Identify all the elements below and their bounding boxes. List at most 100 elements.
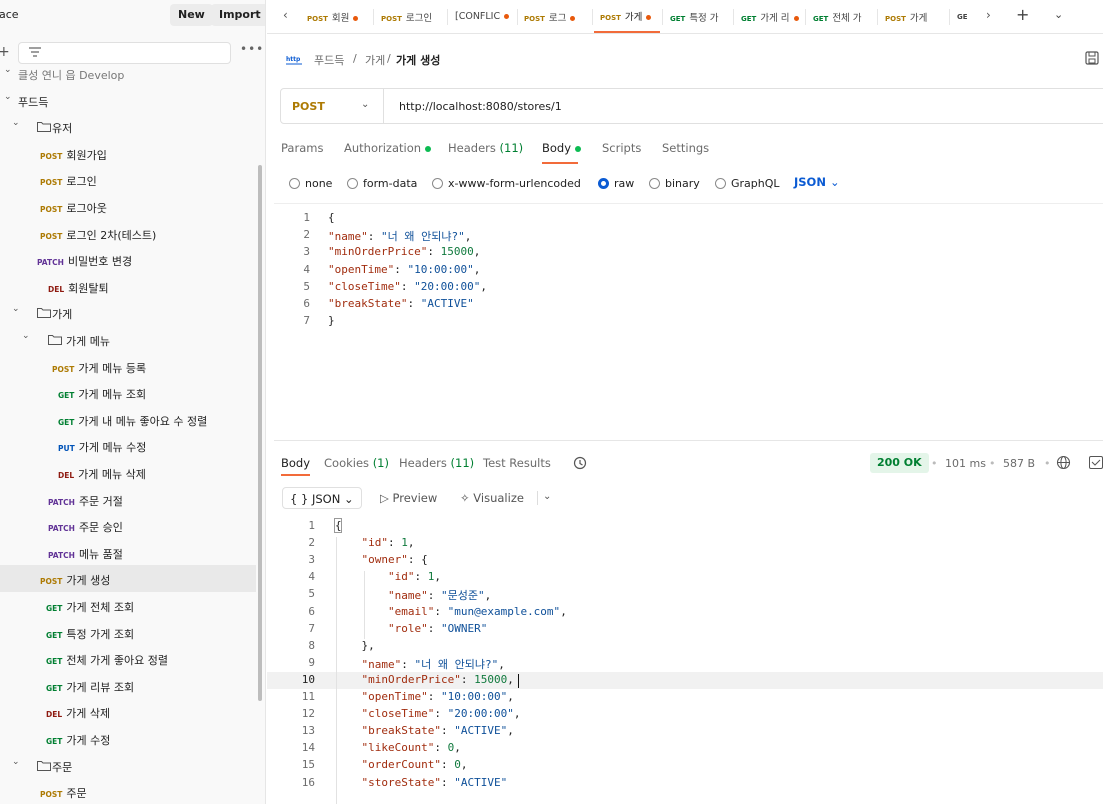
url-input[interactable]: http://localhost:8080/stores/1 (399, 100, 562, 113)
folder-item[interactable]: ⌄ 유저 (0, 113, 256, 140)
radio-icon (598, 177, 609, 189)
chevron-down-icon[interactable]: ⌄ (543, 491, 551, 502)
request-tab[interactable]: POST 로그 (518, 0, 590, 33)
response-size[interactable]: 587 B (1003, 457, 1035, 470)
folder-item[interactable]: ⌄ 가게 (0, 299, 256, 326)
line-number: 6 (303, 297, 310, 310)
request-item[interactable]: DEL 회원탈퇴 (0, 273, 256, 300)
matching-brace-box (334, 518, 342, 533)
folder-item[interactable]: ⌄ 주문 (0, 752, 256, 779)
request-tab[interactable]: POST 가게 (594, 0, 660, 33)
history-icon[interactable] (573, 456, 587, 470)
tab-scroll-right-icon[interactable]: › (986, 8, 991, 22)
request-item[interactable]: PUT 가게 메뉴 수정 (0, 432, 256, 459)
request-tab[interactable]: POST 가게 (879, 0, 947, 33)
tab-method: GE (957, 13, 968, 21)
chevron-down-icon[interactable]: ⌄ (12, 118, 20, 128)
request-item[interactable]: GET 가게 내 메뉴 좋아요 수 정렬 (0, 406, 256, 433)
request-item[interactable]: POST 가게 메뉴 등록 (0, 353, 256, 380)
body-type-raw[interactable]: raw (598, 175, 634, 191)
chevron-down-icon[interactable]: ⌄ (4, 65, 12, 75)
collection-item[interactable]: ⌄ 푸드득 (0, 87, 256, 114)
preview-button[interactable]: ▷ Preview (380, 491, 437, 505)
request-item[interactable]: POST 로그아웃 (0, 193, 256, 220)
breadcrumb-collection[interactable]: 푸드득 (314, 52, 344, 68)
more-options-icon[interactable]: ••• (240, 42, 264, 56)
breadcrumb-request-name[interactable]: 가게 생성 (396, 52, 440, 68)
response-time[interactable]: 101 ms (945, 457, 986, 470)
request-item[interactable]: POST 주문 (0, 778, 256, 804)
radio-icon (715, 177, 726, 189)
response-tab-body[interactable]: Body (281, 456, 310, 470)
import-button[interactable]: Import (211, 4, 265, 26)
tab-scroll-left-icon[interactable]: ‹ (283, 8, 288, 22)
request-tab[interactable]: [CONFLIC (449, 0, 515, 33)
code-line: "breakState": "ACTIVE" (328, 297, 474, 310)
body-type-graphql[interactable]: GraphQL (715, 175, 780, 191)
chevron-down-icon[interactable]: ⌄ (22, 331, 30, 341)
breadcrumb-folder[interactable]: 가게 (365, 52, 385, 68)
response-tab-headers[interactable]: Headers (11) (399, 456, 474, 470)
tab-params[interactable]: Params (281, 141, 323, 155)
request-tab[interactable]: POST 회원 (301, 0, 371, 33)
status-badge[interactable]: 200 OK (870, 453, 929, 473)
folder-item[interactable]: ⌄ 가게 메뉴 (0, 326, 256, 353)
chevron-down-icon[interactable]: ⌄ (12, 304, 20, 314)
request-tab[interactable]: GET 특정 가 (664, 0, 731, 33)
body-type-x-www-form-urlencoded[interactable]: x-www-form-urlencoded (432, 175, 581, 191)
save-response-icon[interactable] (1089, 456, 1103, 469)
body-type-none[interactable]: none (289, 175, 332, 191)
tab-list-chevron-icon[interactable]: ⌄ (1054, 8, 1063, 21)
collection-item[interactable]: ⌄ 클성 연니 읍 Develop (0, 60, 256, 87)
request-tab[interactable]: GET 가게 리 (735, 0, 803, 33)
new-tab-icon[interactable]: + (1016, 5, 1029, 24)
response-tab-test-results[interactable]: Test Results (483, 456, 551, 470)
request-item[interactable]: PATCH 비밀번호 변경 (0, 246, 256, 273)
save-icon[interactable] (1085, 51, 1099, 65)
body-format-select[interactable]: JSON ⌄ (794, 175, 840, 189)
tab-settings[interactable]: Settings (662, 141, 709, 155)
radio-label: raw (614, 176, 635, 190)
request-item[interactable]: GET 가게 리뷰 조회 (0, 672, 256, 699)
method-select[interactable]: POST ⌄ (281, 89, 384, 123)
response-tab-cookies[interactable]: Cookies (1) (324, 456, 389, 470)
request-item[interactable]: PATCH 주문 거절 (0, 486, 256, 513)
tree-item-label: 메뉴 품절 (78, 547, 123, 561)
chevron-down-icon[interactable]: ⌄ (12, 757, 20, 767)
response-format-select[interactable]: { } JSON ⌄ (282, 487, 362, 509)
body-type-binary[interactable]: binary (649, 175, 700, 191)
request-item[interactable]: POST 회원가입 (0, 140, 256, 167)
new-button[interactable]: New (170, 4, 213, 26)
tab-authorization[interactable]: Authorization (344, 141, 432, 155)
response-body-viewer[interactable]: 1{2 "id": 1, 3 "owner": {4 "id": 1, 5 "nam… (267, 515, 1103, 804)
request-item[interactable]: DEL 가게 메뉴 삭제 (0, 459, 256, 486)
request-item[interactable]: GET 가게 전체 조회 (0, 592, 256, 619)
request-tab[interactable]: GE (951, 0, 969, 33)
request-body-editor[interactable]: 1 {2 "name": "너 왜 안되냐?", 3 "minOrderPrice": … (274, 203, 1103, 441)
sidebar-scrollbar[interactable] (258, 165, 262, 701)
request-item[interactable]: PATCH 메뉴 품절 (0, 539, 256, 566)
request-item[interactable]: PATCH 주문 승인 (0, 512, 256, 539)
request-item[interactable]: DEL 가게 삭제 (0, 698, 256, 725)
plus-icon[interactable]: + (0, 44, 10, 60)
visualize-button[interactable]: ✧ Visualize (460, 491, 524, 505)
request-item[interactable]: POST 가게 생성 (0, 565, 256, 592)
request-item[interactable]: GET 전체 가게 좋아요 정렬 (0, 645, 256, 672)
tab-scripts[interactable]: Scripts (602, 141, 641, 155)
request-item[interactable]: GET 특정 가게 조회 (0, 619, 256, 646)
request-item[interactable]: GET 가게 메뉴 조회 (0, 379, 256, 406)
chevron-down-icon[interactable]: ⌄ (4, 92, 12, 102)
filter-icon[interactable] (28, 46, 42, 58)
request-item[interactable]: GET 가게 수정 (0, 725, 256, 752)
request-tab[interactable]: POST 로그인 (375, 0, 445, 33)
tab-label: 특정 가 (689, 12, 719, 24)
tab-headers[interactable]: Headers (11) (448, 141, 523, 155)
body-type-form-data[interactable]: form-data (347, 175, 417, 191)
request-tab[interactable]: GET 전체 가 (807, 0, 875, 33)
workspace-name[interactable]: pace (0, 8, 19, 21)
request-item[interactable]: POST 로그인 2차(테스트) (0, 220, 256, 247)
tab-body[interactable]: Body (542, 141, 582, 155)
globe-icon[interactable] (1056, 455, 1071, 470)
request-item[interactable]: POST 로그인 (0, 166, 256, 193)
tree-item-label: 회원가입 (66, 148, 107, 162)
